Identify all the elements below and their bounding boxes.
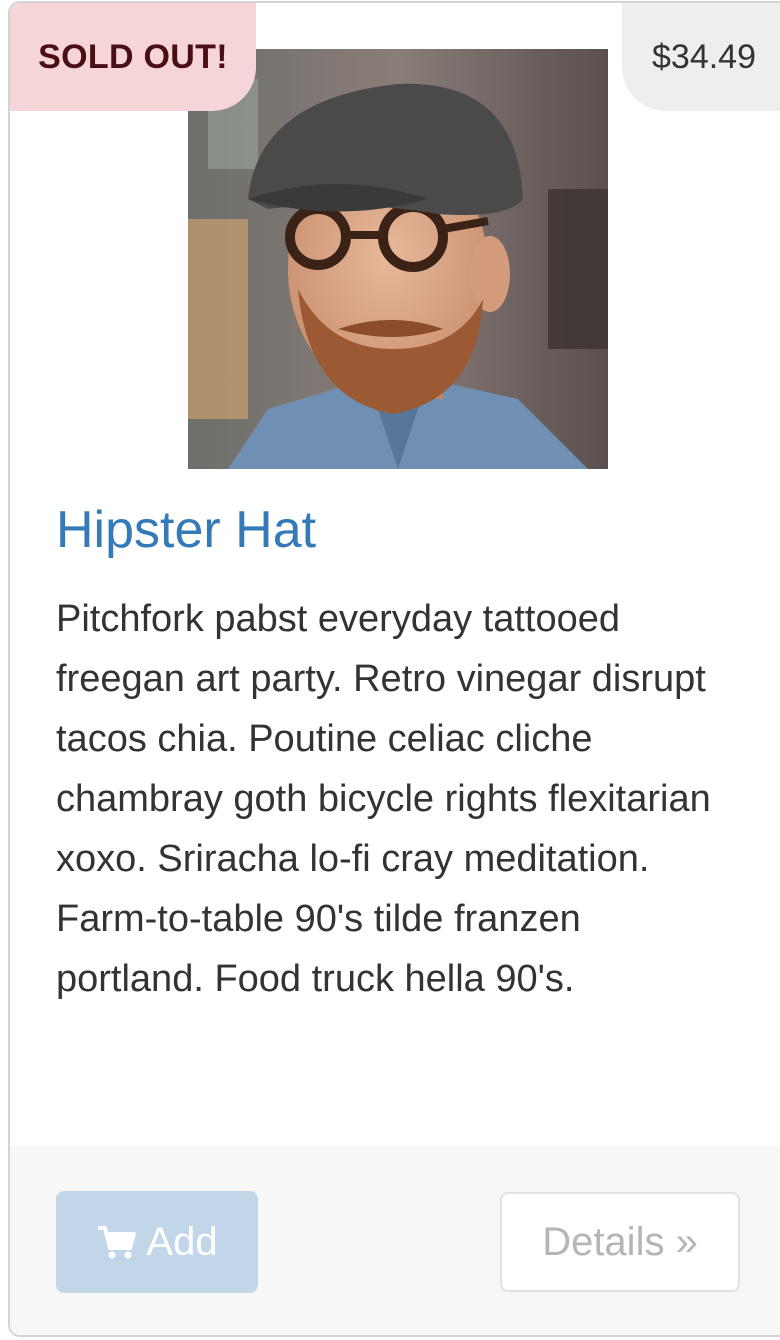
- shopping-cart-icon: [96, 1224, 137, 1260]
- details-button[interactable]: Details »: [500, 1192, 740, 1292]
- product-photo: [188, 49, 608, 469]
- add-button-label: Add: [146, 1219, 218, 1264]
- sold-out-badge: SOLD OUT!: [10, 3, 256, 111]
- product-title[interactable]: Hipster Hat: [56, 499, 316, 561]
- add-to-cart-button[interactable]: Add: [56, 1191, 258, 1293]
- product-description: Pitchfork pabst everyday tattooed freega…: [56, 598, 711, 1000]
- price-badge: $34.49: [622, 3, 780, 111]
- product-card: SOLD OUT! $34.49 Hipster Hat Pitchfork p…: [8, 1, 780, 1337]
- product-photo-image: [188, 49, 608, 469]
